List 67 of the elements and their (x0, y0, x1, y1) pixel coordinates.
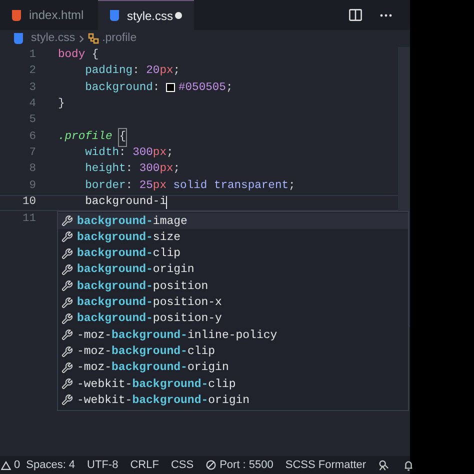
bell-icon[interactable] (403, 460, 414, 470)
breadcrumb-item[interactable]: .profile (102, 30, 137, 48)
wrench-icon (61, 296, 73, 309)
status-item[interactable]: UTF-8 (87, 456, 118, 474)
code-line: width: 300px; (84, 146, 174, 162)
wrench-icon (61, 329, 73, 342)
suggestion-item[interactable]: -webkit-background-origin (58, 392, 408, 409)
warning-icon[interactable] (1, 460, 11, 470)
suggestion-item[interactable]: background-position-y (58, 310, 408, 328)
line-number: 1 (28, 48, 36, 63)
code-line: body { (58, 48, 99, 63)
suggestion-item[interactable]: -moz-background-inline-policy (58, 327, 408, 344)
warning-count[interactable]: 0 (14, 456, 20, 474)
suggestion-item[interactable]: background-position-x (58, 294, 408, 311)
line-number: 5 (28, 113, 36, 128)
status-item[interactable]: Port : 5500 (220, 456, 274, 474)
line-number: 2 (28, 64, 36, 80)
suggestion-item[interactable]: background-size (58, 229, 408, 246)
line-number: 9 (28, 178, 36, 194)
wrench-icon (61, 248, 73, 260)
code-line: } (58, 96, 65, 112)
css-file-icon (110, 10, 119, 21)
color-swatch[interactable] (166, 83, 176, 92)
suggestion-item[interactable]: background-clip (58, 246, 408, 262)
wrench-icon (61, 264, 73, 276)
more-icon[interactable] (380, 14, 392, 16)
chevron-icon (79, 34, 84, 42)
wrench-icon (61, 378, 73, 390)
css-file-icon (14, 33, 23, 44)
code-line: background-i (84, 194, 168, 212)
line-number: 11 (21, 212, 36, 227)
status-item[interactable]: SCSS Formatter (285, 456, 366, 474)
line-number: 8 (28, 162, 36, 178)
editor-tab[interactable]: index.html (0, 0, 98, 30)
code-line: background: #050505; (84, 80, 233, 96)
suggestion-item[interactable]: background-position (58, 278, 408, 294)
line-number: 3 (28, 80, 36, 96)
breadcrumb-item[interactable]: style.css (31, 30, 76, 48)
code-line: .profile { (58, 128, 126, 146)
wrench-icon (61, 215, 73, 228)
symbol-icon (88, 33, 100, 44)
wrench-icon (61, 312, 73, 325)
split-editor-icon[interactable] (349, 9, 362, 21)
wrench-icon (61, 394, 73, 406)
wrench-icon (61, 346, 73, 358)
wrench-icon (61, 362, 73, 374)
line-number: 4 (28, 96, 36, 112)
code-line: padding: 20px; (84, 64, 180, 80)
status-item[interactable]: CSS (170, 456, 194, 474)
suggestion-item[interactable]: -moz-background-origin (58, 360, 408, 376)
code-line: height: 300px; (84, 162, 180, 178)
blocked-icon (206, 460, 216, 470)
line-number: 7 (28, 146, 36, 162)
line-number: 6 (28, 130, 36, 145)
editor-tab[interactable]: style.css (98, 0, 194, 30)
wrench-icon (61, 231, 73, 244)
suggestion-item[interactable]: background-image (58, 213, 408, 230)
suggestion-item[interactable]: -webkit-background-clip (58, 376, 408, 392)
status-item[interactable]: CRLF (130, 456, 159, 474)
line-number: 10 (21, 195, 36, 210)
code-line: border: 25px solid transparent; (84, 178, 296, 194)
suggestion-item[interactable]: -moz-background-clip (58, 343, 408, 360)
wrench-icon (61, 280, 73, 292)
status-item[interactable]: Spaces: 4 (26, 456, 76, 474)
html-file-icon (12, 10, 21, 20)
suggestion-item[interactable]: background-origin (58, 262, 408, 278)
text-cursor (166, 196, 168, 210)
